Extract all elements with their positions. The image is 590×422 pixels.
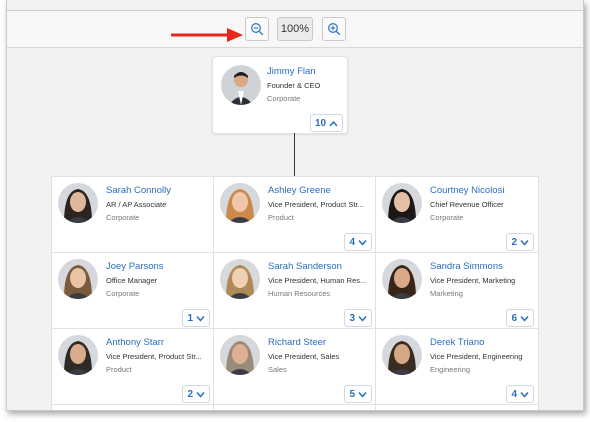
employee-department: Human Resources	[268, 289, 331, 298]
employee-card[interactable]: Sarah Sanderson Vice President, Human Res…	[213, 252, 377, 330]
employee-title: Vice President, Product Str...	[106, 352, 202, 361]
expand-reports-button[interactable]: 5	[344, 385, 372, 403]
employee-card[interactable]	[51, 404, 215, 410]
avatar	[382, 183, 422, 223]
employee-card[interactable]: Courtney Nicolosi Chief Revenue Officer Co…	[375, 176, 539, 254]
employee-name[interactable]: Sarah Connolly	[106, 185, 171, 196]
zoom-toolbar: 100%	[7, 10, 583, 48]
employee-department: Engineering	[430, 365, 471, 374]
employee-department: Corporate	[430, 213, 464, 222]
report-count: 2	[187, 388, 193, 400]
employee-name[interactable]: Sarah Sanderson	[268, 261, 342, 272]
expand-reports-button[interactable]: 6	[506, 309, 534, 327]
employee-department: Corporate	[106, 213, 140, 222]
avatar	[220, 183, 260, 223]
employee-name[interactable]: Jimmy Flan	[267, 66, 316, 77]
zoom-out-icon	[251, 23, 264, 36]
chevron-down-icon	[520, 391, 529, 398]
report-count: 3	[349, 312, 355, 324]
employee-card[interactable]: Ashley Greene Vice President, Product Str…	[213, 176, 377, 254]
employee-card[interactable]: Sarah Connolly AR / AP Associate Corporate	[51, 176, 215, 254]
chevron-down-icon	[520, 239, 529, 246]
red-arrow-annotation	[171, 28, 243, 42]
avatar	[221, 65, 261, 105]
root-employee-card[interactable]: Jimmy Flan Founder & CEO Corporate 10	[212, 56, 348, 134]
employee-title: Office Manager	[106, 276, 158, 285]
avatar	[220, 259, 260, 299]
employee-department: Corporate	[106, 289, 140, 298]
report-count: 6	[511, 312, 517, 324]
employee-name[interactable]: Anthony Starr	[106, 337, 164, 348]
employee-title: Vice President, Marketing	[430, 276, 516, 285]
avatar	[220, 335, 260, 375]
chevron-down-icon	[358, 239, 367, 246]
avatar	[382, 335, 422, 375]
expand-reports-button[interactable]: 1	[182, 309, 210, 327]
employee-title: AR / AP Associate	[106, 200, 167, 209]
employee-department: Corporate	[267, 94, 301, 103]
employee-card[interactable]	[375, 404, 539, 410]
chevron-down-icon	[196, 315, 205, 322]
employee-card[interactable]: Anthony Starr Vice President, Product Str…	[51, 328, 215, 406]
avatar	[382, 259, 422, 299]
expand-reports-button[interactable]: 4	[344, 233, 372, 251]
employee-card[interactable]: Sandra Simmons Vice President, Marketing M…	[375, 252, 539, 330]
avatar	[58, 259, 98, 299]
employee-department: Sales	[268, 365, 287, 374]
employee-name[interactable]: Derek Triano	[430, 337, 484, 348]
report-count: 1	[187, 312, 193, 324]
employee-card[interactable]	[213, 404, 377, 410]
chevron-down-icon	[196, 391, 205, 398]
report-count: 4	[349, 236, 355, 248]
employee-title: Chief Revenue Officer	[430, 200, 504, 209]
report-count: 5	[349, 388, 355, 400]
employee-card[interactable]: Derek Triano Vice President, Engineering E…	[375, 328, 539, 406]
employee-title: Founder & CEO	[267, 81, 321, 90]
chevron-down-icon	[358, 315, 367, 322]
employee-card[interactable]: Joey Parsons Office Manager Corporate 1	[51, 252, 215, 330]
employee-card[interactable]: Richard Steer Vice President, Sales Sales 5	[213, 328, 377, 406]
employee-department: Marketing	[430, 289, 463, 298]
employee-department: Product	[268, 213, 294, 222]
zoom-level-display: 100%	[277, 17, 313, 41]
org-chart-window: 100% Jimmy Flan Founder & CEO Corporate …	[6, 0, 584, 411]
employee-title: Vice President, Product Str...	[268, 200, 364, 209]
employee-name[interactable]: Richard Steer	[268, 337, 326, 348]
employee-name[interactable]: Ashley Greene	[268, 185, 331, 196]
report-count: 10	[315, 117, 327, 129]
avatar	[58, 183, 98, 223]
expand-reports-button[interactable]: 2	[506, 233, 534, 251]
expand-reports-button[interactable]: 4	[506, 385, 534, 403]
employee-name[interactable]: Joey Parsons	[106, 261, 164, 272]
employee-department: Product	[106, 365, 132, 374]
chevron-down-icon	[520, 315, 529, 322]
employee-name[interactable]: Sandra Simmons	[430, 261, 503, 272]
chevron-down-icon	[358, 391, 367, 398]
expand-reports-button[interactable]: 3	[344, 309, 372, 327]
employee-title: Vice President, Sales	[268, 352, 340, 361]
expand-reports-button[interactable]: 2	[182, 385, 210, 403]
report-count: 2	[511, 236, 517, 248]
org-connector-line	[294, 133, 295, 176]
report-count: 4	[511, 388, 517, 400]
employee-name[interactable]: Courtney Nicolosi	[430, 185, 504, 196]
chevron-up-icon	[329, 120, 338, 126]
employee-title: Vice President, Human Res...	[268, 276, 367, 285]
zoom-in-icon	[328, 23, 341, 36]
zoom-out-button[interactable]	[245, 17, 269, 41]
zoom-in-button[interactable]	[322, 17, 346, 41]
employee-title: Vice President, Engineering	[430, 352, 523, 361]
collapse-reports-button[interactable]: 10	[310, 114, 344, 132]
avatar	[58, 335, 98, 375]
